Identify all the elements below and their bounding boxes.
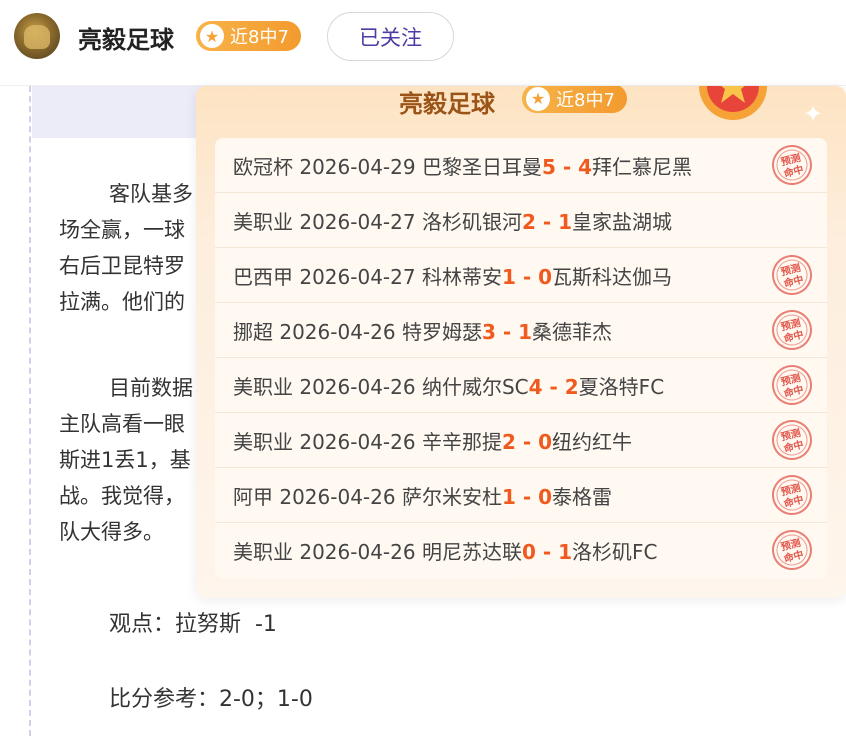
paragraph-line: 客队基多 (109, 182, 193, 206)
away-score: 1 (558, 540, 573, 564)
match-info: 美职业 2026-04-27 洛杉矶银河 (233, 210, 522, 234)
match-info: 美职业 2026-04-26 明尼苏达联 (233, 540, 522, 564)
paragraph-line: 拉满。他们的 (59, 290, 185, 314)
article-paragraph-1: 客队基多 场全赢，一球 右后卫昆特罗 拉满。他们的 (59, 176, 193, 320)
away-team: 纽约红牛 (552, 430, 633, 454)
prediction-hit-stamp-icon: 预测命中 (772, 475, 812, 515)
prediction-row[interactable]: 美职业 2026-04-27 洛杉矶银河2 - 1皇家盐湖城 (215, 193, 827, 248)
score-separator: - (495, 320, 519, 344)
match-info: 美职业 2026-04-26 辛辛那提 (233, 430, 502, 454)
paragraph-line: 战。我觉得， (59, 484, 185, 508)
away-team: 洛杉矶FC (572, 540, 658, 564)
paragraph-line: 主队高看一眼 (59, 412, 185, 436)
prediction-row[interactable]: 阿甲 2026-04-26 萨尔米安杜1 - 0泰格雷 预测 命中 (215, 468, 827, 523)
prediction-text: 挪超 2026-04-26 特罗姆瑟3 - 1桑德菲杰 (233, 316, 612, 345)
popup-title: 亮毅足球 (399, 90, 495, 118)
home-score: 5 (541, 155, 556, 179)
paragraph-line: 右后卫昆特罗 (59, 254, 185, 278)
match-info: 挪超 2026-04-26 特罗姆瑟 (233, 320, 482, 344)
prediction-text: 美职业 2026-04-26 纳什威尔SC4 - 2夏洛特FC (233, 371, 664, 400)
paragraph-line: 队大得多。 (59, 520, 164, 544)
prediction-text: 巴西甲 2026-04-27 科林蒂安1 - 0瓦斯科达伽马 (233, 261, 672, 290)
prediction-row[interactable]: 美职业 2026-04-26 纳什威尔SC4 - 2夏洛特FC 预测 命中 (215, 358, 827, 413)
score-separator: - (555, 155, 579, 179)
paragraph-line: 斯进1丢1，基 (59, 448, 191, 472)
score-separator: - (515, 265, 539, 289)
star-icon: ★ (526, 86, 550, 111)
prediction-hit-stamp-icon: 预测命中 (772, 255, 812, 295)
away-team: 桑德菲杰 (532, 320, 613, 344)
header: 亮毅足球 ★ 近8中7 已关注 (0, 0, 846, 86)
view-point: 观点：拉努斯 -1 (109, 612, 277, 637)
match-info: 美职业 2026-04-26 纳什威尔SC (233, 375, 529, 399)
prediction-hit-stamp-icon: 预测命中 (772, 365, 812, 405)
home-score: 2 (521, 210, 536, 234)
article-paragraph-2: 目前数据 主队高看一眼 斯进1丢1，基 战。我觉得， 队大得多。 (59, 370, 193, 550)
popup-record-badge: ★ 近8中7 (522, 86, 627, 113)
score-separator: - (535, 210, 559, 234)
away-score: 2 (564, 375, 579, 399)
avatar[interactable] (14, 13, 60, 59)
prediction-text: 欧冠杯 2026-04-29 巴黎圣日耳曼5 - 4拜仁慕尼黑 (233, 151, 692, 180)
score-reference: 比分参考：2-0；1-0 (109, 687, 313, 712)
prediction-hit-stamp-icon: 预测命中 (772, 145, 812, 185)
medal-icon (699, 86, 767, 120)
sparkle-icon: ✦ (803, 100, 824, 128)
prediction-row[interactable]: 美职业 2026-04-26 辛辛那提2 - 0纽约红牛 预测 命中 (215, 413, 827, 468)
star-icon: ★ (200, 24, 224, 48)
away-score: 1 (518, 320, 533, 344)
popup-record-badge-label: 近8中7 (556, 89, 615, 111)
home-score: 2 (501, 430, 516, 454)
away-score: 4 (578, 155, 593, 179)
score-separator: - (515, 430, 539, 454)
home-score: 0 (521, 540, 536, 564)
paragraph-line: 场全赢，一球 (59, 218, 185, 242)
score-separator: - (542, 375, 565, 399)
match-info: 欧冠杯 2026-04-29 巴黎圣日耳曼 (233, 155, 542, 179)
score-separator: - (515, 485, 539, 509)
follow-button[interactable]: 已关注 (327, 12, 454, 61)
prediction-text: 美职业 2026-04-26 明尼苏达联0 - 1洛杉矶FC (233, 536, 658, 565)
match-info: 巴西甲 2026-04-27 科林蒂安 (233, 265, 502, 289)
prediction-row[interactable]: 美职业 2026-04-26 明尼苏达联0 - 1洛杉矶FC 预测 命中 (215, 523, 827, 578)
away-score: 0 (538, 265, 553, 289)
score-separator: - (535, 540, 559, 564)
away-team: 泰格雷 (552, 485, 613, 509)
prediction-row[interactable]: 巴西甲 2026-04-27 科林蒂安1 - 0瓦斯科达伽马 预测 命中 (215, 248, 827, 303)
home-score: 3 (481, 320, 496, 344)
prediction-hit-stamp-icon: 预测命中 (772, 530, 812, 570)
away-team: 夏洛特FC (578, 375, 665, 399)
record-popup: 亮毅足球 ★ 近8中7 ✦ 欧冠杯 2026-04-29 巴黎圣日耳曼5 - 4… (196, 86, 846, 598)
home-score: 1 (501, 485, 516, 509)
record-badge[interactable]: ★ 近8中7 (196, 21, 301, 51)
home-score: 1 (501, 265, 516, 289)
prediction-hit-stamp-icon: 预测命中 (772, 420, 812, 460)
prediction-row[interactable]: 挪超 2026-04-26 特罗姆瑟3 - 1桑德菲杰 预测 命中 (215, 303, 827, 358)
prediction-hit-stamp-icon: 预测命中 (772, 310, 812, 350)
prediction-text: 美职业 2026-04-27 洛杉矶银河2 - 1皇家盐湖城 (233, 206, 672, 235)
paragraph-line: 目前数据 (109, 376, 193, 400)
home-score: 4 (528, 375, 543, 399)
prediction-list: 欧冠杯 2026-04-29 巴黎圣日耳曼5 - 4拜仁慕尼黑 预测 命中 美职业 2… (215, 138, 827, 579)
away-score: 0 (538, 430, 553, 454)
away-team: 拜仁慕尼黑 (592, 155, 693, 179)
match-info: 阿甲 2026-04-26 萨尔米安杜 (233, 485, 502, 509)
prediction-row[interactable]: 欧冠杯 2026-04-29 巴黎圣日耳曼5 - 4拜仁慕尼黑 预测 命中 (215, 138, 827, 193)
prediction-text: 阿甲 2026-04-26 萨尔米安杜1 - 0泰格雷 (233, 481, 612, 510)
record-badge-label: 近8中7 (230, 27, 289, 48)
away-score: 1 (558, 210, 573, 234)
away-team: 瓦斯科达伽马 (552, 265, 673, 289)
away-team: 皇家盐湖城 (572, 210, 673, 234)
content-divider (29, 86, 31, 736)
prediction-text: 美职业 2026-04-26 辛辛那提2 - 0纽约红牛 (233, 426, 632, 455)
author-name[interactable]: 亮毅足球 (78, 20, 174, 55)
away-score: 0 (538, 485, 553, 509)
